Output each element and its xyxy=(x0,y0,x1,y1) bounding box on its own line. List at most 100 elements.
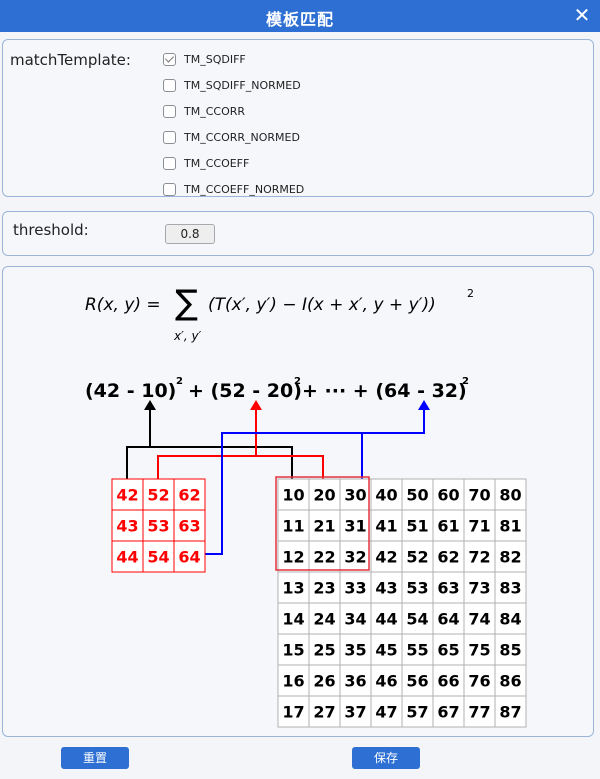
expansion-term-second: + (52 - 20) xyxy=(188,380,302,402)
checkbox[interactable] xyxy=(163,156,176,170)
grid-cell-value: 34 xyxy=(344,610,366,629)
grid-cell-value: 82 xyxy=(499,548,521,567)
grid-cell-value: 65 xyxy=(437,641,459,660)
grid-cell-value: 72 xyxy=(468,548,490,567)
formula-lhs: R(x, y) = xyxy=(85,295,161,315)
grid-cell-value: 11 xyxy=(282,517,304,536)
grid-cell-value: 35 xyxy=(344,641,366,660)
formula: R(x, y) = ∑ x′, y′ (T(x′, y′) − I(x + x′… xyxy=(85,283,474,343)
method-option[interactable]: TM_SQDIFF xyxy=(163,46,304,72)
checkbox[interactable] xyxy=(163,52,176,66)
grid-cell-value: 22 xyxy=(313,548,335,567)
checkbox[interactable] xyxy=(163,182,176,196)
grid-cell-value: 31 xyxy=(344,517,366,536)
sum-subscript: x′, y′ xyxy=(173,329,202,343)
grid-cell-value: 41 xyxy=(375,517,397,536)
grid-cell-value: 52 xyxy=(406,548,428,567)
grid-cell-value: 56 xyxy=(406,672,428,691)
grid-cell-value: 23 xyxy=(313,579,335,598)
method-option[interactable]: TM_CCOEFF xyxy=(163,150,304,176)
grid-cell-value: 43 xyxy=(116,517,138,536)
method-label: TM_SQDIFF_NORMED xyxy=(184,78,301,92)
grid-cell-value: 63 xyxy=(178,517,200,536)
grid-cell-value: 86 xyxy=(499,672,521,691)
checkbox[interactable] xyxy=(163,104,176,118)
formula-exponent: 2 xyxy=(467,287,474,300)
grid-cell-value: 73 xyxy=(468,579,490,598)
grid-cell-value: 87 xyxy=(499,703,521,722)
grid-cell-value: 42 xyxy=(116,486,138,505)
grid-cell-value: 62 xyxy=(178,486,200,505)
grid-cell-value: 52 xyxy=(147,486,169,505)
method-label: TM_CCOEFF_NORMED xyxy=(184,182,305,196)
save-button[interactable]: 保存 xyxy=(352,747,420,769)
checkbox[interactable] xyxy=(163,130,176,144)
method-option[interactable]: TM_CCORR_NORMED xyxy=(163,124,304,150)
grid-cell-value: 62 xyxy=(437,548,459,567)
grid-cell-value: 43 xyxy=(375,579,397,598)
grid-cell-value: 81 xyxy=(499,517,521,536)
grid-cell-value: 14 xyxy=(282,610,304,629)
grid-cell-value: 27 xyxy=(313,703,335,722)
grid-cell-value: 21 xyxy=(313,517,335,536)
grid-cell-value: 64 xyxy=(178,548,200,567)
image-grid: 10 20 30 40 50 60 70 80 11 21 31 41 51 61 71 81 12 22 32 42… xyxy=(277,478,527,728)
expansion-term-first: (42 - 10) xyxy=(85,380,176,402)
grid-cell-value: 84 xyxy=(499,610,521,629)
exp-2: 2 xyxy=(294,376,301,387)
grid-cell-value: 57 xyxy=(406,703,428,722)
method-option[interactable]: TM_SQDIFF_NORMED xyxy=(163,72,304,98)
grid-cell-value: 64 xyxy=(437,610,459,629)
grid-cell-value: 67 xyxy=(437,703,459,722)
grid-cell-value: 12 xyxy=(282,548,304,567)
grid-cell-value: 66 xyxy=(437,672,459,691)
grid-cell-value: 17 xyxy=(282,703,304,722)
grid-cell-value: 32 xyxy=(344,548,366,567)
method-label: TM_CCORR xyxy=(184,104,246,118)
grid-cell-value: 53 xyxy=(147,517,169,536)
method-option[interactable]: TM_CCOEFF_NORMED xyxy=(163,176,304,202)
grid-cell-value: 26 xyxy=(313,672,335,691)
black-bracket xyxy=(126,446,293,479)
grid-cell-value: 46 xyxy=(375,672,397,691)
grid-cell-value: 37 xyxy=(344,703,366,722)
grid-cell-value: 45 xyxy=(375,641,397,660)
exp-1: 2 xyxy=(176,376,183,387)
grid-cell-value: 70 xyxy=(468,486,490,505)
grid-cell-value: 76 xyxy=(468,672,490,691)
reset-button[interactable]: 重置 xyxy=(61,747,129,769)
template-grid: 42 52 62 43 53 63 44 54 64 xyxy=(111,478,206,573)
grid-cell-value: 50 xyxy=(406,486,428,505)
threshold-input[interactable]: 0.8 xyxy=(165,224,215,244)
illustration-panel: R(x, y) = ∑ x′, y′ (T(x′, y′) − I(x + x′… xyxy=(2,266,594,737)
grid-cell-value: 55 xyxy=(406,641,428,660)
grid-cell-value: 13 xyxy=(282,579,304,598)
method-list: TM_SQDIFF TM_SQDIFF_NORMED TM_CCORR TM_CCOR… xyxy=(163,46,304,202)
grid-cell-value: 85 xyxy=(499,641,521,660)
grid-cell-value: 47 xyxy=(375,703,397,722)
threshold-panel: threshold: 0.8 xyxy=(2,211,594,256)
grid-cell-value: 51 xyxy=(406,517,428,536)
method-label: TM_CCOEFF xyxy=(184,156,250,170)
grid-cell-value: 40 xyxy=(375,486,397,505)
grid-cell-value: 44 xyxy=(375,610,397,629)
checkbox[interactable] xyxy=(163,78,176,92)
grid-cell-value: 77 xyxy=(468,703,490,722)
grid-cell-value: 42 xyxy=(375,548,397,567)
grid-cell-value: 60 xyxy=(437,486,459,505)
expansion-term-last: + ··· + (64 - 32) xyxy=(302,380,467,402)
window-title: 模板匹配 xyxy=(265,10,334,29)
expansion: (42 - 10) 2 + (52 - 20) 2 + ··· + (64 - … xyxy=(85,376,469,402)
method-option[interactable]: TM_CCORR xyxy=(163,98,304,124)
grid-cell-value: 61 xyxy=(437,517,459,536)
grid-cell-value: 71 xyxy=(468,517,490,536)
close-icon[interactable]: ✕ xyxy=(570,2,594,28)
grid-cell-value: 63 xyxy=(437,579,459,598)
exp-3: 2 xyxy=(462,376,469,387)
method-label: TM_SQDIFF xyxy=(184,52,246,66)
grid-cell-value: 44 xyxy=(116,548,138,567)
threshold-label: threshold: xyxy=(13,221,89,239)
grid-cell-value: 54 xyxy=(406,610,428,629)
grid-cell-value: 74 xyxy=(468,610,490,629)
formula-body: (T(x′, y′) − I(x + x′, y + y′)) xyxy=(208,295,436,315)
